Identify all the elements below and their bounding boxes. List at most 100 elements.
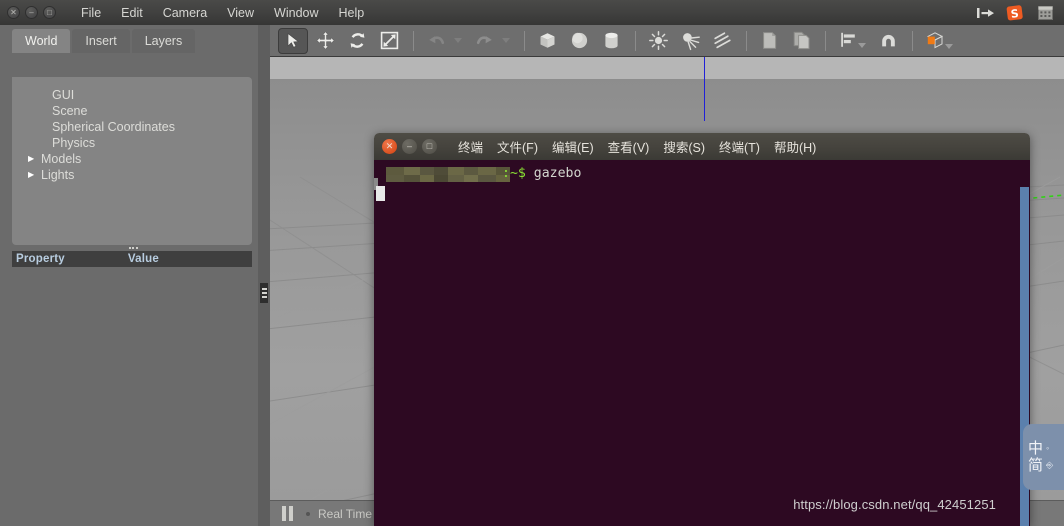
terminal-body[interactable]: :~$ gazebo https://blog.csdn.net/qq_4245… (374, 160, 1030, 526)
ime-script-row[interactable]: 简 ⎆ (1028, 458, 1064, 473)
terminal-maximize-button[interactable]: □ (422, 139, 437, 154)
orange-cube-icon (926, 32, 944, 49)
ime-language-row[interactable]: 中 ◦ (1028, 441, 1064, 456)
tree-item-models[interactable]: ▶ Models (28, 151, 252, 167)
menu-file[interactable]: File (71, 4, 111, 22)
toolbar-separator (524, 30, 525, 51)
vertical-splitter[interactable] (258, 25, 270, 526)
insert-sphere-button[interactable] (564, 28, 594, 54)
terminal-prompt-suffix: :~$ (502, 166, 526, 181)
directional-light-icon (713, 32, 731, 49)
copy-icon (762, 32, 776, 49)
expand-arrow-icon[interactable]: ▶ (28, 171, 41, 179)
undo-history-chevron-down-icon[interactable] (454, 38, 462, 43)
terminal-menu-file[interactable]: 文件(F) (490, 137, 545, 156)
world-tree: ▶ GUI ▶ Scene ▶ Spherical Coordinates ▶ … (12, 77, 252, 245)
terminal-menu-edit[interactable]: 编辑(E) (545, 137, 601, 156)
screen: ✕ – □ File Edit Camera View Window Help (0, 0, 1064, 526)
terminal-menubar: 终端 文件(F) 编辑(E) 查看(V) 搜索(S) 终端(T) 帮助(H) (451, 137, 823, 156)
expand-arrow-icon: ▶ (28, 91, 41, 99)
snap-button[interactable] (873, 28, 903, 54)
undo-button[interactable] (421, 28, 451, 54)
expand-arrow-icon: ▶ (28, 139, 41, 147)
terminal-cursor (376, 186, 385, 201)
redacted-username-mosaic (386, 167, 510, 182)
ime-language-icon: ◦ (1046, 443, 1050, 453)
tree-item-spherical-coordinates[interactable]: ▶ Spherical Coordinates (28, 119, 252, 135)
tree-item-physics[interactable]: ▶ Physics (28, 135, 252, 151)
tab-layers[interactable]: Layers (131, 29, 196, 53)
expand-arrow-icon: ▶ (28, 123, 41, 131)
align-icon (840, 32, 855, 47)
tree-item-label: GUI (52, 88, 75, 102)
terminal-window[interactable]: ✕ – □ 终端 文件(F) 编辑(E) 查看(V) 搜索(S) 终端(T) 帮… (374, 133, 1030, 526)
translate-mode-button[interactable] (310, 28, 340, 54)
insert-spot-light-button[interactable] (675, 28, 705, 54)
tree-item-gui[interactable]: ▶ GUI (28, 87, 252, 103)
tree-item-label: Lights (41, 168, 75, 182)
toolbar-separator (825, 30, 826, 51)
paste-button[interactable] (786, 28, 816, 54)
select-mode-button[interactable] (278, 27, 308, 54)
gazebo-window-controls: ✕ – □ (0, 6, 56, 19)
copy-button[interactable] (754, 28, 784, 54)
insert-cylinder-button[interactable] (596, 28, 626, 54)
vertical-splitter-grip[interactable] (260, 283, 268, 303)
spot-light-icon (682, 33, 700, 51)
insert-point-light-button[interactable] (643, 28, 673, 54)
property-column-header: Property (16, 253, 65, 265)
menu-edit[interactable]: Edit (111, 4, 153, 22)
terminal-menu-search[interactable]: 搜索(S) (656, 137, 712, 156)
tree-item-label: Models (41, 152, 82, 166)
menu-camera[interactable]: Camera (153, 4, 217, 22)
terminal-menu-help[interactable]: 帮助(H) (767, 137, 823, 156)
terminal-menu-view[interactable]: 查看(V) (601, 137, 657, 156)
align-button[interactable] (833, 28, 863, 54)
axis-z-line (704, 57, 705, 121)
property-table-header: Property Value (12, 251, 252, 267)
toolbar-separator (746, 30, 747, 51)
menu-window[interactable]: Window (264, 4, 328, 22)
ime-keyboard-icon: ⎆ (1046, 460, 1054, 470)
redo-arrow-icon (476, 36, 492, 45)
toolbar-separator (912, 30, 913, 51)
tab-insert[interactable]: Insert (72, 29, 130, 53)
expand-arrow-icon: ▶ (28, 107, 41, 115)
gazebo-minimize-button[interactable]: – (25, 6, 38, 19)
terminal-minimize-button[interactable]: – (402, 139, 417, 154)
terminal-titlebar: ✕ – □ 终端 文件(F) 编辑(E) 查看(V) 搜索(S) 终端(T) 帮… (374, 133, 1030, 160)
tree-item-label: Spherical Coordinates (52, 120, 175, 134)
rotate-arrows-icon (350, 33, 364, 48)
sogou-logo-icon[interactable]: S (1005, 3, 1025, 23)
terminal-menu-terminal[interactable]: 终端(T) (712, 137, 767, 156)
calendar-icon[interactable] (1035, 3, 1055, 23)
gazebo-close-button[interactable]: ✕ (7, 6, 20, 19)
expand-arrow-icon[interactable]: ▶ (28, 155, 41, 163)
system-tray: S (975, 3, 1064, 23)
tab-world[interactable]: World (12, 29, 71, 53)
tree-item-scene[interactable]: ▶ Scene (28, 103, 252, 119)
point-light-icon (648, 31, 668, 50)
pause-button[interactable] (282, 506, 293, 521)
insert-box-button[interactable] (532, 28, 562, 54)
gazebo-maximize-button[interactable]: □ (43, 6, 56, 19)
redo-history-chevron-down-icon[interactable] (502, 38, 510, 43)
sphere-icon (571, 32, 587, 49)
scale-mode-button[interactable] (374, 28, 404, 54)
view-angle-button[interactable] (920, 28, 950, 54)
tree-item-label: Scene (52, 104, 88, 118)
menu-view[interactable]: View (217, 4, 264, 22)
cursor-arrow-icon (287, 32, 299, 48)
rotate-mode-button[interactable] (342, 28, 372, 54)
insert-directional-light-button[interactable] (707, 28, 737, 54)
terminal-close-button[interactable]: ✕ (382, 139, 397, 154)
terminal-menu-terminal-app[interactable]: 终端 (451, 137, 490, 156)
tree-item-lights[interactable]: ▶ Lights (28, 167, 252, 183)
redo-button[interactable] (469, 28, 499, 54)
menu-help[interactable]: Help (329, 4, 375, 22)
sogou-ime-widget[interactable]: 中 ◦ 简 ⎆ (1023, 424, 1064, 490)
toolbar-separator (413, 30, 414, 51)
terminal-prompt-text: :~$ gazebo (502, 166, 581, 181)
toolbar-separator (635, 30, 636, 51)
input-method-icon[interactable] (975, 3, 995, 23)
